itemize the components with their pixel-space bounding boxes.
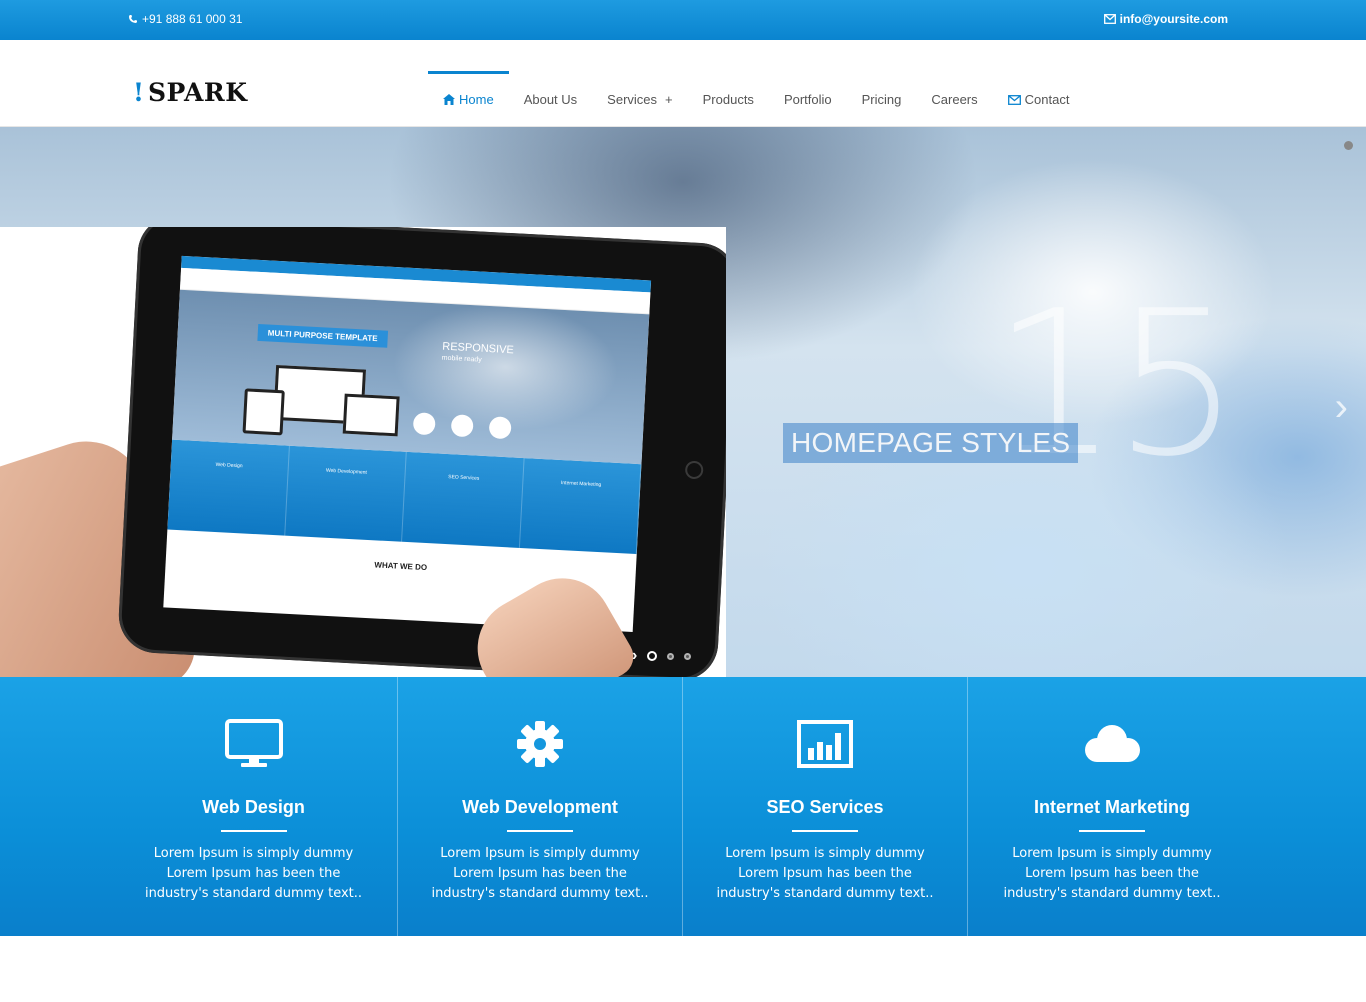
feature-title: SEO Services: [766, 797, 884, 817]
feature-seo-services: SEO Services Lorem Ipsum is simply dummy…: [683, 677, 968, 936]
nav-label-contact: Contact: [1024, 92, 1070, 107]
tablet-home-button: [684, 460, 704, 480]
screen-badge-icons: [412, 412, 512, 440]
screen-responsive-line1: RESPONSIVE: [442, 340, 515, 357]
feature-divider: [220, 830, 287, 832]
feature-text: Lorem Ipsum is simply dummy Lorem Ipsum …: [1003, 846, 1221, 901]
logo-mark: !: [133, 78, 144, 107]
feature-divider: [1079, 830, 1145, 832]
slide-image-tablet: MULTI PURPOSE TEMPLATE RESPONSIVE mobile…: [0, 227, 726, 677]
hero-slider: ‹ › MULTI PURPOSE TEMPLATE RESPONSIVE mo…: [0, 127, 1366, 677]
phone-number: +91 888 61 000 31: [142, 12, 243, 26]
home-icon: [443, 94, 455, 105]
nav-item-home[interactable]: Home: [428, 70, 509, 127]
nav-label-portfolio: Portfolio: [783, 92, 832, 107]
screen-hero: MULTI PURPOSE TEMPLATE RESPONSIVE mobile…: [172, 289, 650, 465]
feature-web-development: Web Development Lorem Ipsum is simply du…: [398, 677, 683, 936]
inner-next-arrow[interactable]: ›: [632, 647, 637, 665]
top-bar: +91 888 61 000 31 info@yoursite.com: [0, 0, 1366, 40]
tablet-device: MULTI PURPOSE TEMPLATE RESPONSIVE mobile…: [116, 227, 726, 677]
nav-label-careers: Careers: [931, 92, 978, 107]
envelope-icon: [1007, 95, 1021, 105]
tablet-screen: MULTI PURPOSE TEMPLATE RESPONSIVE mobile…: [163, 255, 652, 632]
nav-item-careers[interactable]: Careers: [916, 70, 992, 127]
monitor-icon: [140, 715, 368, 773]
screen-feature: Internet Marketing: [519, 458, 642, 555]
nav-label-home: Home: [459, 92, 494, 107]
feature-internet-marketing: Internet Marketing Lorem Ipsum is simply…: [968, 677, 1366, 936]
nav-item-about[interactable]: About Us: [509, 70, 592, 127]
screen-feature: SEO Services: [402, 451, 525, 548]
feature-divider: [507, 830, 573, 832]
screen-devices-illustration: [242, 363, 400, 441]
feature-title: Web Design: [202, 797, 305, 817]
screen-badge: MULTI PURPOSE TEMPLATE: [257, 323, 389, 348]
email-address: info@yoursite.com: [1119, 12, 1228, 26]
screen-feature: Web Design: [167, 439, 290, 536]
email-contact[interactable]: info@yoursite.com: [1103, 12, 1228, 26]
gear-icon: [426, 715, 654, 773]
envelope-icon: [1103, 14, 1116, 24]
inner-slider-dot[interactable]: [684, 652, 692, 660]
slider-next-arrow[interactable]: ›: [1335, 385, 1348, 430]
feature-title: Web Development: [462, 797, 618, 817]
feature-text: Lorem Ipsum is simply dummy Lorem Ipsum …: [144, 846, 363, 901]
feature-text: Lorem Ipsum is simply dummy Lorem Ipsum …: [716, 846, 934, 901]
feature-divider: [792, 830, 858, 832]
bar-chart-icon: [711, 715, 939, 773]
nav-label-products: Products: [702, 92, 754, 107]
inner-slider-controls: ›: [632, 647, 692, 665]
feature-text: Lorem Ipsum is simply dummy Lorem Ipsum …: [431, 846, 649, 901]
phone-contact[interactable]: +91 888 61 000 31: [128, 12, 242, 26]
logo-text: SPARK: [147, 78, 248, 107]
slider-bullet[interactable]: [1344, 141, 1353, 150]
nav-item-contact[interactable]: Contact: [993, 70, 1085, 127]
cloud-icon: [998, 715, 1226, 773]
nav-label-pricing: Pricing: [861, 92, 902, 107]
nav-item-portfolio[interactable]: Portfolio: [769, 70, 847, 127]
nav-item-services[interactable]: Services +: [592, 70, 687, 127]
site-logo[interactable]: ! SPARK: [133, 78, 247, 107]
nav-label-services: Services: [607, 92, 658, 107]
feature-title: Internet Marketing: [1033, 797, 1191, 817]
features-section: Web Design Lorem Ipsum is simply dummy L…: [0, 677, 1366, 936]
nav-item-products[interactable]: Products: [688, 70, 769, 127]
nav-item-pricing[interactable]: Pricing: [847, 70, 917, 127]
phone-icon: [129, 15, 137, 23]
inner-slider-dot[interactable]: [667, 652, 675, 660]
screen-feature: Web Development: [284, 445, 407, 542]
feature-web-design: Web Design Lorem Ipsum is simply dummy L…: [0, 677, 398, 936]
inner-slider-dot[interactable]: [647, 651, 658, 661]
main-nav: Home About Us Services + Products Portfo…: [428, 70, 1084, 127]
services-expand-indicator: +: [665, 92, 673, 107]
site-header: ! SPARK Home About Us Services + Product…: [0, 40, 1366, 127]
hero-caption: HOMEPAGE STYLES: [783, 423, 1079, 463]
screen-responsive-line2: mobile ready: [441, 354, 482, 364]
screen-responsive-text: RESPONSIVE mobile ready: [441, 340, 515, 366]
nav-label-about: About Us: [523, 92, 578, 107]
